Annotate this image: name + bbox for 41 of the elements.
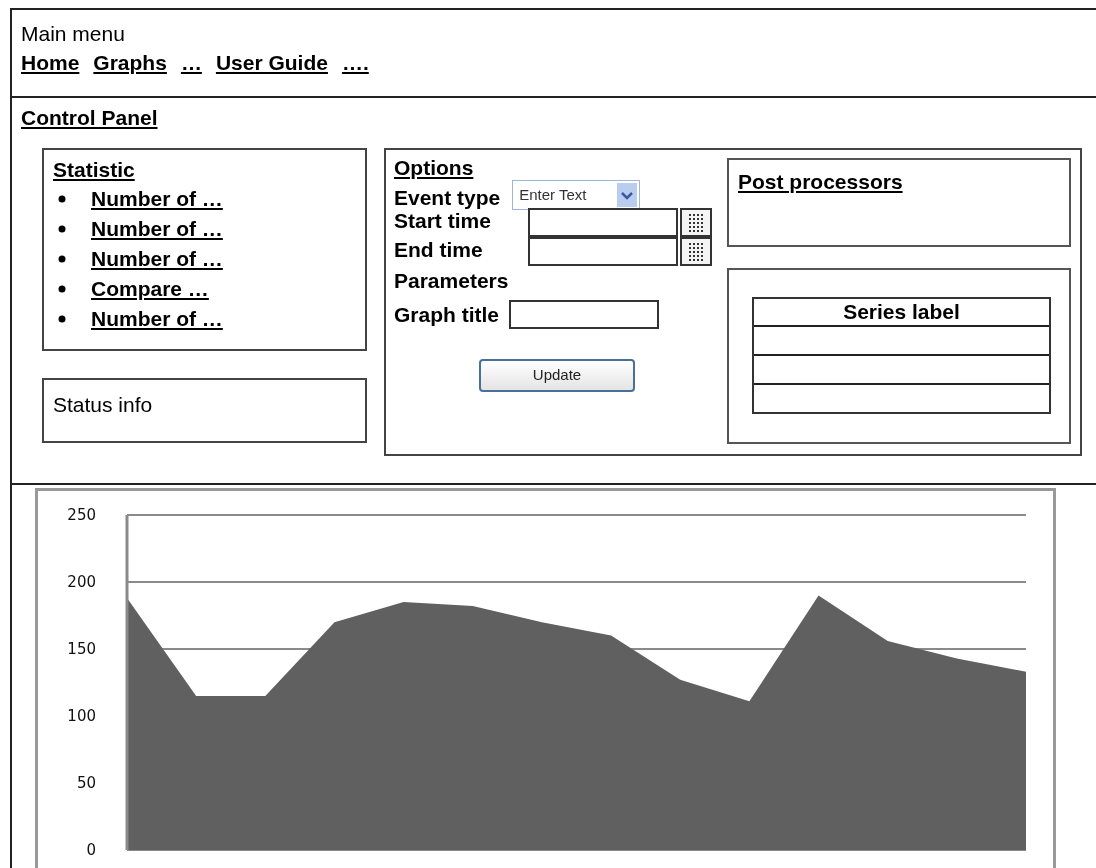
field-label: Parameters bbox=[394, 270, 509, 291]
bullet-icon bbox=[58, 285, 66, 293]
y-tick-label: 250 bbox=[67, 506, 96, 524]
date-input[interactable] bbox=[528, 237, 678, 266]
bullet-icon bbox=[58, 315, 66, 323]
field-label: Start time bbox=[394, 209, 491, 232]
statistic-title: Statistic bbox=[53, 157, 136, 183]
calendar-icon[interactable] bbox=[680, 237, 712, 266]
chevron-down-icon bbox=[617, 183, 638, 207]
field-label: End time bbox=[394, 238, 483, 261]
bullet-icon bbox=[58, 225, 66, 233]
field-label: Graph title bbox=[394, 303, 499, 325]
statistic-link[interactable]: Number of … bbox=[91, 243, 223, 275]
y-tick-label: 100 bbox=[67, 707, 96, 725]
y-tick-label: 0 bbox=[86, 841, 96, 859]
status-text: Status info bbox=[53, 393, 153, 416]
y-tick-label: 200 bbox=[67, 573, 96, 591]
calendar-icon[interactable] bbox=[680, 208, 712, 237]
options-title: Options bbox=[394, 156, 475, 180]
menu-link[interactable]: …. bbox=[341, 50, 369, 76]
y-tick-label: 150 bbox=[67, 640, 96, 658]
statistic-link[interactable]: Number of … bbox=[91, 303, 223, 335]
menu-link[interactable]: … bbox=[180, 50, 202, 76]
statistic-link[interactable]: Number of … bbox=[91, 213, 223, 245]
field-label: Event type bbox=[394, 187, 501, 208]
menu-link[interactable]: User Guide bbox=[215, 50, 328, 76]
date-input[interactable] bbox=[528, 208, 678, 237]
update-button[interactable]: Update bbox=[479, 359, 635, 392]
statistic-link[interactable]: Number of … bbox=[91, 183, 223, 215]
bullet-icon bbox=[58, 255, 66, 263]
post-processors-title: Post processors bbox=[738, 170, 903, 193]
statistic-link[interactable]: Compare … bbox=[91, 273, 209, 305]
graph-title-input[interactable] bbox=[509, 299, 659, 329]
menu-title: Main menu bbox=[21, 22, 126, 46]
menu-link[interactable]: Home bbox=[21, 50, 80, 76]
event-type-dropdown[interactable]: Enter Text bbox=[512, 180, 641, 210]
panel-title: Control Panel bbox=[21, 105, 159, 131]
y-tick-label: 50 bbox=[76, 774, 96, 792]
menu-link[interactable]: Graphs bbox=[93, 50, 167, 76]
bullet-icon bbox=[58, 195, 66, 203]
column-header: Series label bbox=[842, 299, 961, 325]
